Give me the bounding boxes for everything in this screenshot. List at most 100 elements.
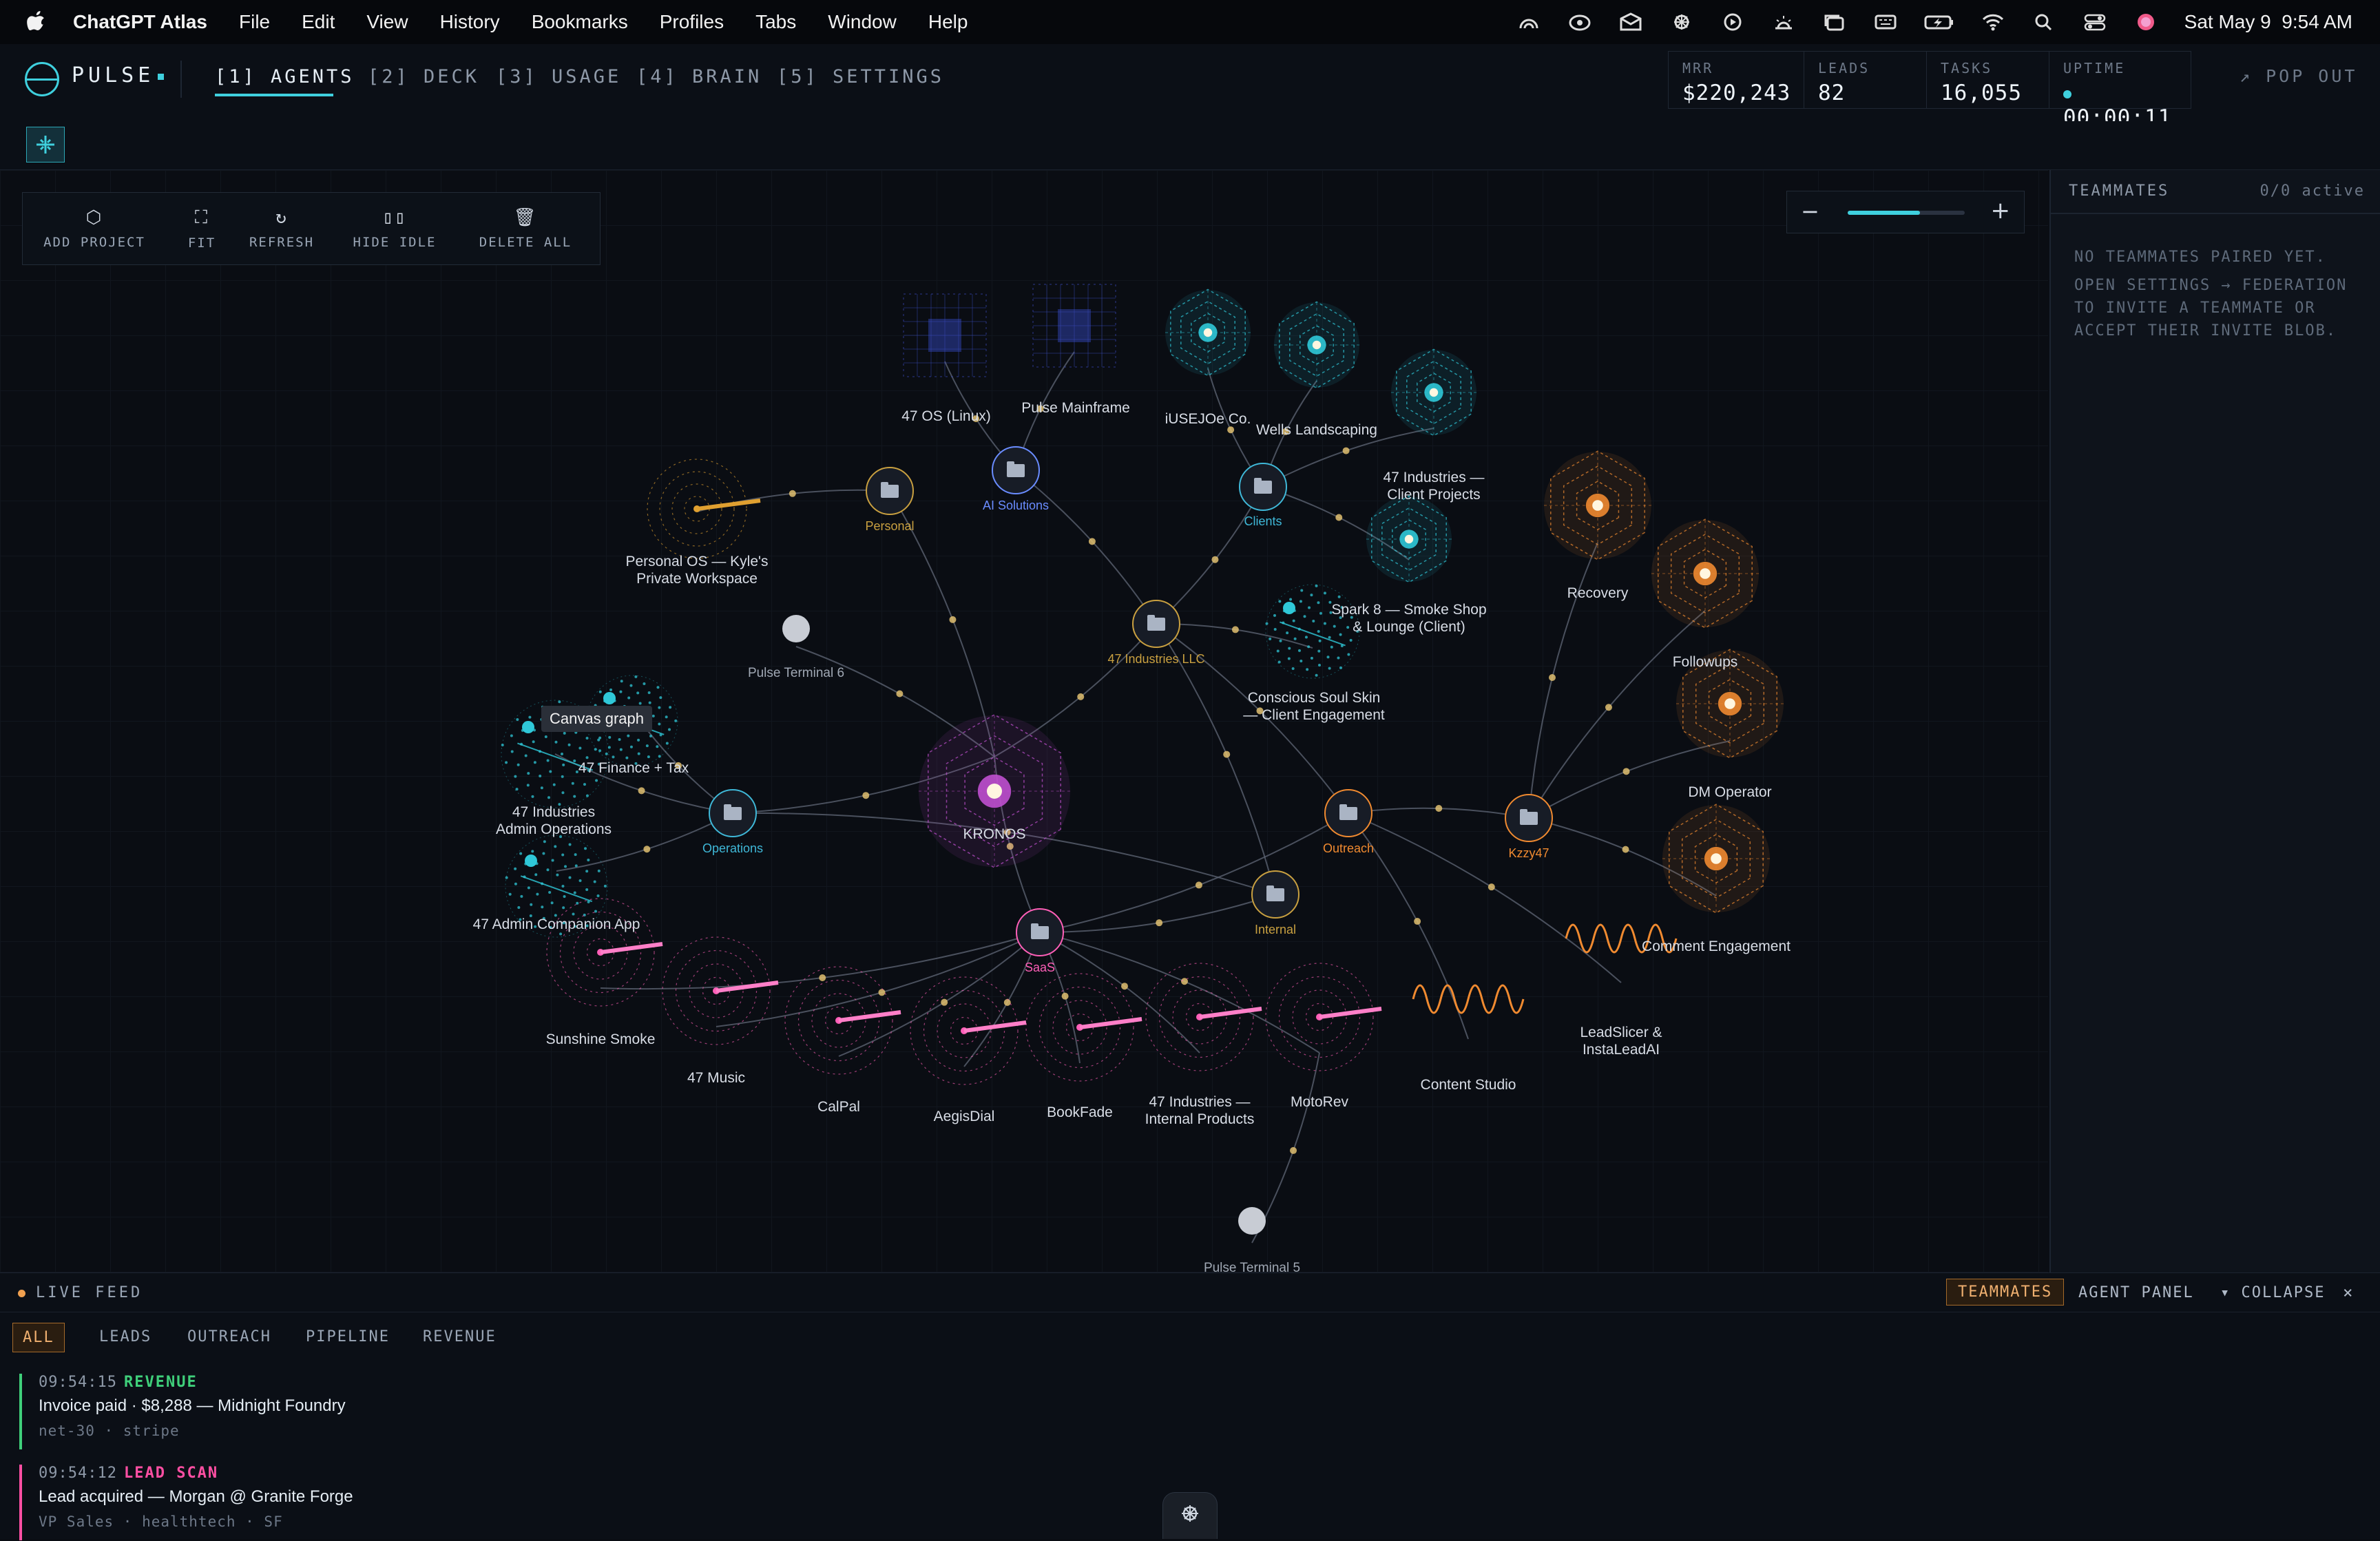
feed-event[interactable]: 09:54:12 LEAD SCAN Lead acquired — Morgan… [19, 1465, 865, 1540]
zoom-out-button[interactable]: − [1801, 198, 1819, 224]
zoom-in-button[interactable]: + [1991, 197, 2011, 224]
wifi-icon[interactable] [1981, 12, 2005, 32]
refresh-button[interactable]: ↻ REFRESH [238, 193, 326, 264]
cluster-dot [648, 701, 651, 704]
apple-icon[interactable] [26, 10, 47, 34]
live-indicator-dot [18, 1290, 25, 1297]
filter-outreach[interactable]: OUTREACH [178, 1323, 281, 1351]
menu-tabs[interactable]: Tabs [755, 11, 796, 33]
cluster-dot [1300, 589, 1304, 592]
app-menu-title[interactable]: ChatGPT Atlas [73, 11, 207, 33]
tab-agents[interactable]: [1] AGENTS [215, 66, 355, 87]
feed-event[interactable]: 09:54:15 REVENUE Invoice paid · $8,288 — … [19, 1374, 865, 1449]
brightness-icon[interactable] [1771, 12, 1796, 32]
agent-canvas[interactable]: ⬡ ADD PROJECT ⛶ FIT ↻ REFRESH ▯▯ HIDE IDLE 🗑… [0, 170, 2048, 1272]
cluster-dot [1318, 639, 1322, 642]
cluster-dot [1328, 667, 1331, 670]
add-project-button[interactable]: ⬡ ADD PROJECT [23, 193, 166, 264]
hide-idle-label: HIDE IDLE [353, 235, 437, 250]
arc-status-icon[interactable] [1516, 12, 1541, 32]
menu-window[interactable]: Window [828, 11, 897, 33]
menubar-clock[interactable]: Sat May 9 9:54 AM [2184, 11, 2352, 33]
cluster-dot [585, 756, 589, 759]
collapse-button[interactable]: ▾ COLLAPSE [2220, 1284, 2325, 1301]
tab-usage[interactable]: [3] USAGE [496, 66, 621, 87]
fit-button[interactable]: ⛶ FIT [166, 193, 238, 264]
tab-deck[interactable]: [2] DECK [368, 66, 479, 87]
event-color-bar [19, 1465, 22, 1540]
menu-history[interactable]: History [440, 11, 500, 33]
mail-icon[interactable] [1618, 12, 1643, 32]
filter-all[interactable]: ALL [12, 1323, 65, 1352]
folder-icon [1520, 812, 1538, 825]
graph-edge [1348, 813, 1622, 983]
openai-status-icon[interactable] [1669, 12, 1694, 32]
graph-edge [838, 932, 1041, 1057]
cluster-dot [595, 779, 598, 782]
live-feed-title: LIVE FEED [36, 1284, 143, 1301]
hex-core-center [1429, 388, 1439, 397]
compact-toggle-button[interactable] [26, 127, 65, 163]
search-icon[interactable] [2032, 12, 2056, 32]
menu-file[interactable]: File [239, 11, 270, 33]
assistant-launcher-button[interactable] [1162, 1492, 1218, 1539]
zoom-slider[interactable] [1848, 211, 1965, 215]
sub-toolbar [0, 121, 2380, 170]
window-stack-icon[interactable] [1822, 12, 1847, 32]
tab-settings[interactable]: [5] SETTINGS [777, 66, 944, 87]
cluster-dot [546, 759, 550, 762]
folder-tab [1254, 478, 1262, 482]
cluster-dot [1278, 600, 1282, 603]
cluster-dot [564, 865, 567, 868]
close-feed-button[interactable]: × [2343, 1283, 2352, 1302]
cluster-dot [526, 784, 530, 787]
zoom-slider-fill [1848, 211, 1921, 215]
control-center-icon[interactable] [2082, 12, 2107, 32]
delete-all-button[interactable]: 🗑 DELETE ALL [463, 193, 587, 264]
edge-pulse-dot [1290, 1146, 1297, 1154]
battery-icon[interactable] [1924, 12, 1954, 32]
play-icon[interactable] [1720, 12, 1745, 32]
edge-pulse-dot [1622, 768, 1630, 775]
cluster-dot [573, 891, 576, 894]
cluster-dot [619, 690, 623, 693]
refresh-label: REFRESH [249, 235, 315, 250]
hide-idle-button[interactable]: ▯▯ HIDE IDLE [326, 193, 463, 264]
cluster-dot [1347, 653, 1350, 656]
cluster-dot [1277, 660, 1281, 664]
hex-core-center [1312, 340, 1322, 350]
tab-brain[interactable]: [4] BRAIN [636, 66, 762, 87]
cluster-dot [637, 738, 640, 742]
edge-pulse-dot [1488, 883, 1495, 891]
menu-profiles[interactable]: Profiles [660, 11, 724, 33]
filter-revenue[interactable]: REVENUE [413, 1323, 506, 1351]
menu-help[interactable]: Help [928, 11, 968, 33]
node-label-internal-products: 47 Industries — Internal Products [1145, 1094, 1255, 1127]
creative-cloud-icon[interactable] [1567, 12, 1592, 32]
teammates-active-count: 0/0 active [2259, 182, 2365, 200]
refresh-icon: ↻ [275, 207, 288, 228]
keyboard-icon[interactable] [1873, 12, 1898, 32]
folder-tab [1031, 923, 1038, 927]
cluster-link [520, 875, 593, 903]
cluster-dot [1319, 611, 1322, 615]
menu-edit[interactable]: Edit [302, 11, 335, 33]
menu-bookmarks[interactable]: Bookmarks [532, 11, 628, 33]
fit-label: FIT [187, 235, 216, 251]
teammates-button[interactable]: TEAMMATES [1946, 1279, 2065, 1306]
filter-leads[interactable]: LEADS [90, 1323, 161, 1351]
menu-view[interactable]: View [366, 11, 408, 33]
activity-beam [600, 942, 663, 954]
hex-core-center [1700, 568, 1711, 579]
node-label-comment-engagement: Comment Engagement [1642, 939, 1791, 954]
filter-pipeline[interactable]: PIPELINE [296, 1323, 399, 1351]
siri-icon[interactable] [2133, 12, 2158, 32]
stat-mrr-label: MRR [1682, 60, 1714, 76]
pop-out-button[interactable]: ↗ POP OUT [2240, 66, 2357, 86]
cluster-dot [528, 715, 532, 719]
cluster-dot [1337, 656, 1340, 660]
cluster-dot [585, 888, 589, 892]
agent-panel-button[interactable]: AGENT PANEL [2078, 1284, 2194, 1301]
hex-core-center [1724, 698, 1735, 709]
stat-mrr-value: $220,243 [1682, 81, 1791, 105]
